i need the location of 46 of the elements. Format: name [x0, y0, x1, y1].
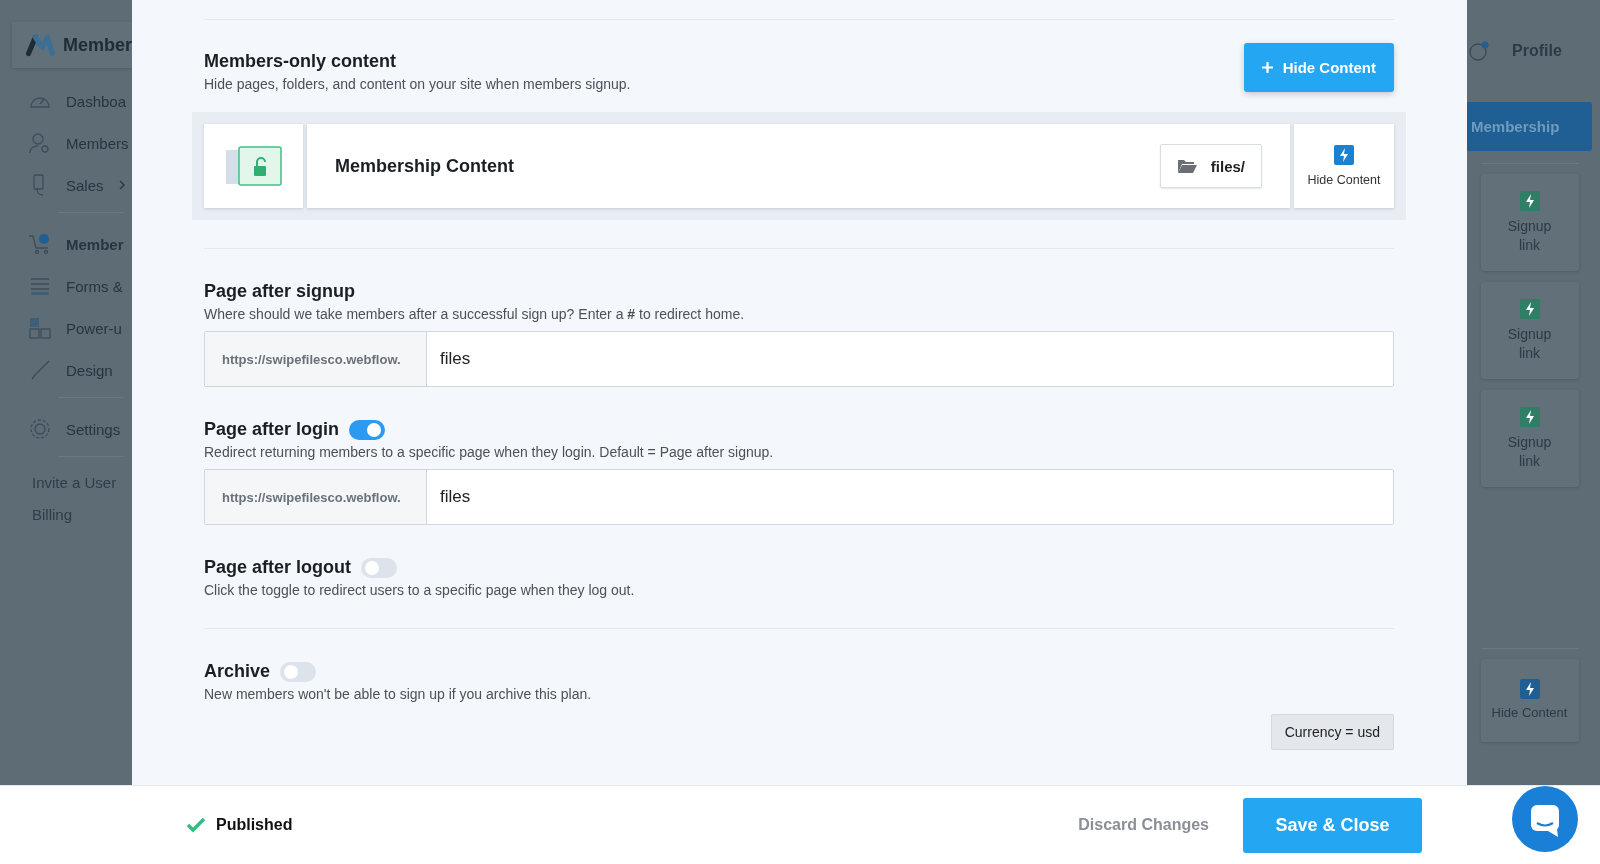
nav-item[interactable]: Design: [28, 349, 132, 391]
hide-content-button[interactable]: Hide Content: [1243, 43, 1394, 92]
content-title: Membership Content: [335, 155, 514, 177]
section-description: Hide pages, folders, and content on your site when members signup.: [204, 76, 631, 92]
discard-button[interactable]: Discard Changes: [1072, 815, 1215, 836]
chat-icon[interactable]: [1512, 786, 1578, 853]
setting-description: New members won't be able to sign up if you archive this plan.: [204, 686, 593, 702]
cart-icon: [28, 232, 52, 256]
toggle-switch[interactable]: [349, 419, 386, 440]
nav-item[interactable]: Power-u: [28, 307, 132, 349]
blocks-icon: [28, 316, 52, 340]
setting-title: Page after signup: [204, 281, 356, 302]
nav-item[interactable]: Sales: [28, 164, 132, 206]
url-prefix: https://swipefilesco.webflow.: [205, 332, 427, 386]
path-badge[interactable]: files/: [1159, 144, 1262, 188]
app-name: Member: [62, 34, 132, 56]
setting-description: Click the toggle to redirect users to a specific page when they log out.: [204, 582, 636, 598]
setting-description: Redirect returning members to a specific page when they login. Default = Page after signup.: [204, 444, 775, 460]
section-title: Members-only content: [204, 51, 398, 72]
hide-content-action[interactable]: Hide Content: [1294, 124, 1394, 208]
currency-badge: Currency = usd: [1270, 714, 1394, 750]
setting-title: Archive: [204, 661, 271, 682]
unlocked-page-icon: [224, 146, 283, 186]
nav-item[interactable]: Dashboa: [28, 80, 132, 122]
setting-title: Page after login: [204, 419, 340, 440]
save-button[interactable]: Save & Close: [1243, 797, 1422, 853]
status-label: Published: [216, 816, 293, 835]
logo-icon: [26, 33, 55, 57]
lightning-icon: [1334, 145, 1354, 165]
check-icon: [186, 817, 206, 834]
plus-icon: [1261, 62, 1273, 73]
nav-item[interactable]: Forms &: [28, 265, 132, 307]
membership-tab[interactable]: Membership: [1467, 102, 1592, 151]
setting-title: Page after logout: [204, 557, 351, 578]
toggle-switch[interactable]: [361, 557, 397, 578]
toggle-switch[interactable]: [280, 661, 317, 682]
url-field[interactable]: https://swipefilesco.webflow. files: [204, 469, 1394, 525]
nav-item[interactable]: Settings: [28, 408, 132, 450]
url-prefix: https://swipefilesco.webflow.: [205, 470, 427, 524]
user-icon: [28, 131, 52, 155]
url-field[interactable]: https://swipefilesco.webflow. files: [204, 331, 1394, 387]
nav-item[interactable]: Members: [28, 122, 132, 164]
folder-icon: [1176, 158, 1197, 174]
content-card[interactable]: Membership Content files/: [307, 124, 1290, 208]
nav-item[interactable]: Member: [28, 223, 132, 265]
setting-description: Where should we take members after a successful sign up? Enter a # to redirect home.: [204, 306, 746, 322]
